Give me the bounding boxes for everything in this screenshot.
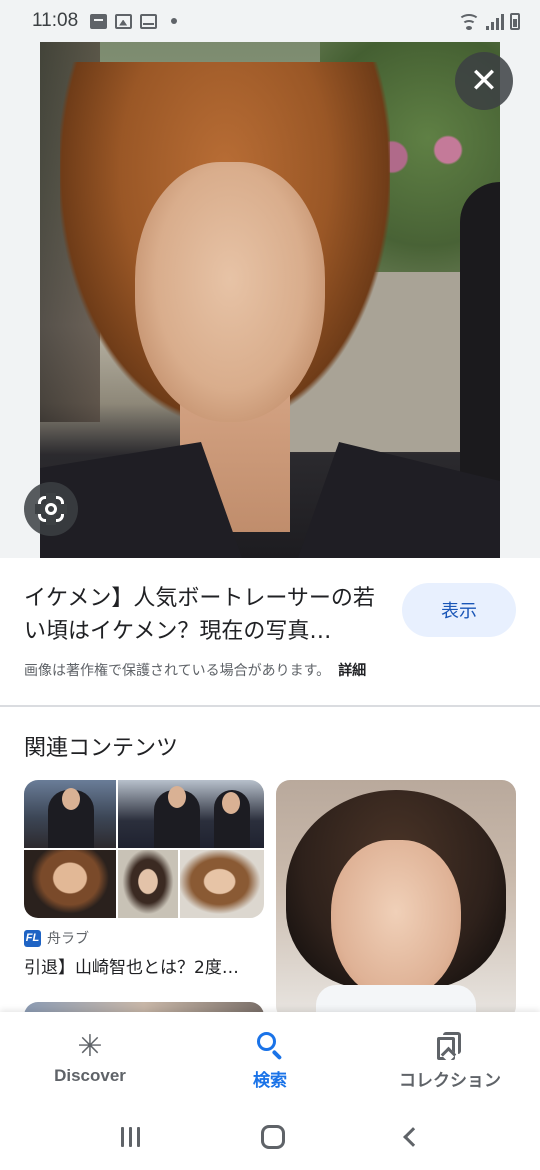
close-button[interactable]: ✕ — [455, 52, 513, 110]
nav-collections[interactable]: コレクション — [360, 1012, 540, 1104]
collage-tile — [118, 780, 264, 848]
copyright-notice: 画像は著作権で保護されている場合があります。 詳細 — [24, 660, 524, 680]
status-time: 11:08 — [32, 10, 79, 31]
copyright-text: 画像は著作権で保護されている場合があります。 — [24, 663, 331, 679]
image-icon — [115, 13, 133, 29]
notification-icons — [90, 13, 178, 29]
image-viewer: ✕ — [0, 42, 540, 558]
details-link[interactable]: 詳細 — [338, 663, 366, 679]
lens-button[interactable] — [24, 482, 78, 536]
nav-label: 検索 — [253, 1071, 287, 1090]
recent-apps-button[interactable] — [120, 1127, 140, 1147]
system-status-icons — [458, 12, 520, 30]
system-navigation-bar — [0, 1104, 540, 1170]
related-card-title[interactable]: 引退】山崎智也とは？2度… — [24, 953, 264, 978]
nav-label: Discover — [54, 1066, 126, 1085]
related-card-source: FL 舟ラブ — [24, 928, 89, 948]
status-bar: 11:08 — [0, 0, 540, 42]
divider — [0, 705, 540, 707]
related-card-portrait[interactable] — [276, 780, 516, 1020]
collage-tile — [118, 850, 178, 918]
screen: 11:08 ✕ イケメン】人気ボートレーサーの若い頃はイケメン？現在の写真… 表… — [0, 0, 540, 1170]
collage-tile — [180, 850, 264, 918]
collage-tile — [24, 780, 116, 848]
collage-tile — [24, 850, 116, 918]
result-image[interactable] — [40, 42, 500, 558]
pay-icon — [90, 13, 108, 29]
nav-discover[interactable]: ✳ Discover — [0, 1012, 180, 1104]
wifi-icon — [458, 13, 480, 30]
home-button[interactable] — [260, 1125, 285, 1149]
signal-icon — [486, 13, 504, 30]
show-button[interactable]: 表示 — [402, 583, 516, 637]
nav-label: コレクション — [399, 1071, 501, 1090]
back-button[interactable] — [402, 1127, 423, 1147]
source-logo-icon: FL — [24, 929, 41, 947]
close-icon: ✕ — [469, 61, 499, 101]
related-heading: 関連コンテンツ — [24, 736, 179, 761]
mail-icon — [140, 13, 158, 29]
search-icon — [257, 1030, 283, 1062]
collections-icon — [437, 1030, 463, 1062]
nav-search[interactable]: 検索 — [180, 1012, 360, 1104]
notification-dot-icon — [171, 18, 178, 24]
bottom-navigation: ✳ Discover 検索 コレクション — [0, 1012, 540, 1104]
battery-icon — [510, 12, 520, 30]
source-name: 舟ラブ — [47, 931, 89, 947]
asterisk-icon: ✳ — [77, 1028, 103, 1064]
result-title[interactable]: イケメン】人気ボートレーサーの若い頃はイケメン？現在の写真… — [24, 582, 384, 648]
related-card-image[interactable] — [24, 780, 264, 918]
